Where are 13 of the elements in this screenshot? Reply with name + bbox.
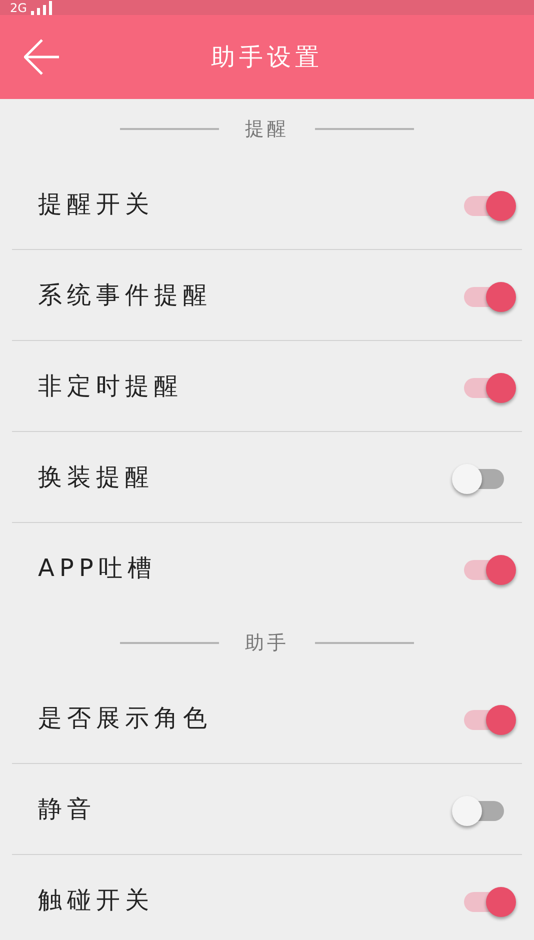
- network-label: 2G: [10, 2, 27, 15]
- setting-label: 触碰开关: [37, 885, 154, 916]
- setting-label: 系统事件提醒: [37, 280, 212, 311]
- back-arrow-icon[interactable]: [24, 39, 60, 75]
- setting-label: APP吐槽: [37, 553, 156, 584]
- page-title: 助手设置: [211, 42, 323, 73]
- setting-label: 换装提醒: [37, 462, 154, 493]
- setting-label: 非定时提醒: [37, 371, 183, 402]
- section-title: 提醒: [245, 117, 289, 142]
- setting-label: 提醒开关: [37, 189, 154, 220]
- setting-label: 是否展示角色: [37, 703, 212, 734]
- section-title: 助手: [245, 631, 289, 656]
- setting-label: 静音: [37, 794, 96, 825]
